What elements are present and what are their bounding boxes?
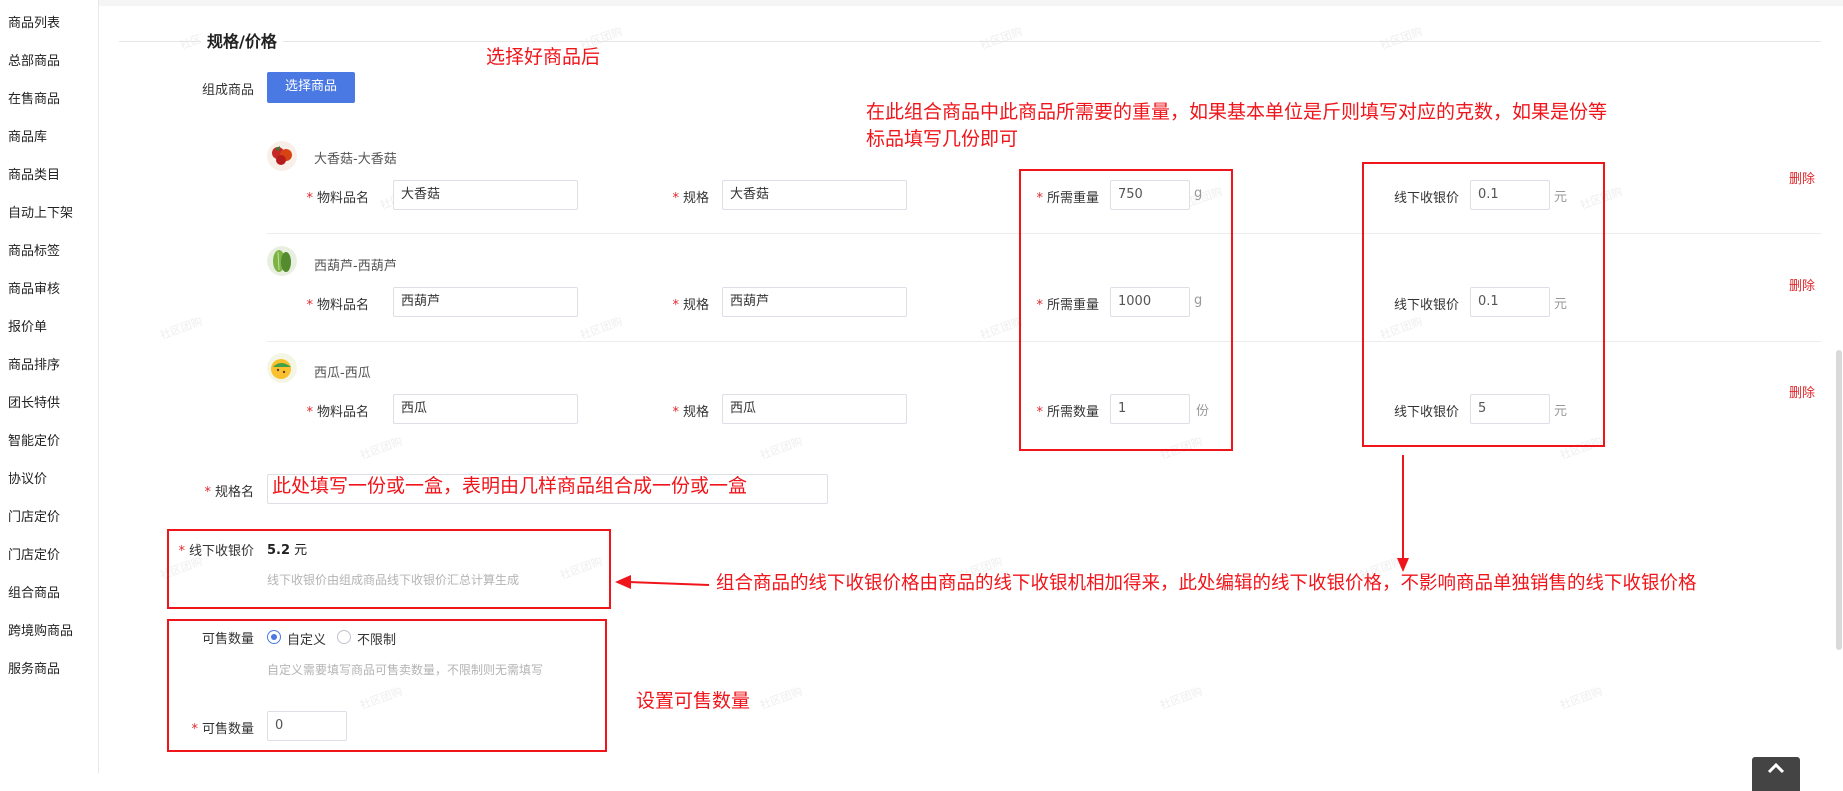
sidebar-item-hq-products[interactable]: 总部商品 (8, 50, 60, 69)
sidebar-item-smart-pricing[interactable]: 智能定价 (8, 430, 60, 449)
annotation-weight-note-line1: 在此组合商品中此商品所需要的重量，如果基本单位是斤则填写对应的克数，如果是份等 (866, 101, 1608, 123)
vertical-scrollbar[interactable] (1836, 350, 1842, 650)
sidebar-item-review[interactable]: 商品审核 (8, 278, 60, 297)
main-content: 社区团购 社区团购 社区团购 社区团购 社区团购 社区团购 社区团购 社区团购 … (99, 0, 1843, 791)
annotation-weight-note-line2: 标品填写几份即可 (866, 128, 1019, 150)
annotation-price-note: 组合商品的线下收银价格由商品的线下收银机相加得来，此处编辑的线下收银价格，不影响… (716, 573, 1697, 594)
sidebar-item-store-pricing[interactable]: 门店定价 (8, 506, 60, 525)
sidebar-item-cross-border[interactable]: 跨境购商品 (8, 620, 73, 639)
sidebar-item-sorting[interactable]: 商品排序 (8, 354, 60, 373)
sidebar-item-on-sale[interactable]: 在售商品 (8, 88, 60, 107)
chevron-up-icon (1767, 762, 1785, 774)
sidebar-item-categories[interactable]: 商品类目 (8, 164, 60, 183)
sidebar-item-product-list[interactable]: 商品列表 (8, 12, 60, 31)
sidebar-item-quotation[interactable]: 报价单 (8, 316, 47, 335)
sidebar-item-agreement-price[interactable]: 协议价 (8, 468, 47, 487)
back-to-top-button[interactable] (1752, 757, 1800, 791)
sidebar: 商品列表 总部商品 在售商品 商品库 商品类目 自动上下架 商品标签 商品审核 … (0, 0, 99, 773)
annotation-qty-note: 设置可售数量 (636, 690, 751, 712)
sidebar-item-leader-special[interactable]: 团长特供 (8, 392, 60, 411)
sidebar-item-product-library[interactable]: 商品库 (8, 126, 47, 145)
sidebar-item-service-products[interactable]: 服务商品 (8, 658, 60, 677)
sidebar-item-auto-shelf[interactable]: 自动上下架 (8, 202, 73, 221)
annotation-spec-note: 此处填写一份或一盒，表明由几样商品组合成一份或一盒 (272, 475, 748, 497)
sidebar-item-combo-products[interactable]: 组合商品 (8, 582, 60, 601)
annotation-after-select: 选择好商品后 (486, 46, 601, 68)
sidebar-item-store-pricing-2[interactable]: 门店定价 (8, 544, 60, 563)
sidebar-item-tags[interactable]: 商品标签 (8, 240, 60, 259)
